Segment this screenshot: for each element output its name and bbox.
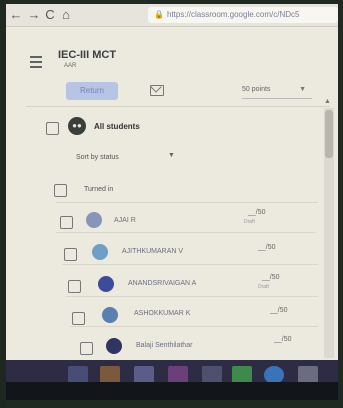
- return-button[interactable]: Return: [66, 82, 118, 100]
- avatar: [92, 244, 108, 260]
- laptop-screen: ← → C ⌂ 🔒 https://classroom.google.com/c/…: [6, 4, 338, 400]
- back-arrow-icon[interactable]: ←: [8, 7, 24, 23]
- student-name: AJITHKUMARAN V: [122, 248, 184, 255]
- student-grade[interactable]: __/50: [274, 336, 292, 343]
- student-name: AJAI R: [114, 217, 136, 224]
- url-text: https://classroom.google.com/c/NDc5: [166, 10, 300, 19]
- student-name: ASHOKKUMAR K: [134, 310, 191, 317]
- group-icon: ●●: [68, 117, 86, 135]
- turned-in-checkbox[interactable]: [54, 184, 67, 197]
- student-grade[interactable]: __/50: [248, 209, 266, 216]
- browser-toolbar: ← → C ⌂ 🔒 https://classroom.google.com/c/…: [6, 4, 338, 27]
- class-title: IEC-III MCT: [58, 49, 117, 61]
- forward-arrow-icon[interactable]: →: [26, 7, 42, 23]
- toolbar-divider: [26, 106, 330, 107]
- avatar: [86, 212, 102, 228]
- grade-status: Draft: [258, 284, 269, 290]
- row-divider: [56, 232, 316, 233]
- student-grade[interactable]: __/50: [258, 244, 276, 251]
- row-divider: [66, 296, 318, 297]
- class-subtitle: AAR: [64, 63, 77, 69]
- email-icon[interactable]: [150, 85, 164, 96]
- student-checkbox[interactable]: [64, 248, 77, 261]
- student-checkbox[interactable]: [60, 216, 73, 229]
- scrollbar[interactable]: [324, 108, 334, 358]
- reload-icon[interactable]: C: [42, 7, 58, 23]
- points-value: 50 points: [242, 86, 271, 93]
- student-name: ANANDSRIVAIGAN A: [128, 280, 197, 287]
- chevron-down-icon: ▼: [299, 86, 306, 93]
- student-checkbox[interactable]: [72, 312, 85, 325]
- avatar: [102, 307, 118, 323]
- chevron-down-icon: ▼: [168, 152, 175, 159]
- row-divider: [56, 202, 318, 203]
- screen-bezel: [6, 382, 338, 400]
- avatar: [98, 276, 114, 292]
- points-dropdown[interactable]: 50 points ▼: [242, 82, 312, 99]
- home-icon[interactable]: ⌂: [58, 7, 74, 23]
- student-grade[interactable]: __/50: [262, 274, 280, 281]
- row-divider: [70, 326, 318, 327]
- scrollbar-thumb[interactable]: [325, 110, 333, 158]
- hamburger-menu-icon[interactable]: [30, 56, 42, 71]
- lock-icon: 🔒: [154, 10, 164, 19]
- student-name: Balaji Senthilathar: [136, 342, 193, 349]
- avatar: [106, 338, 122, 354]
- sort-dropdown[interactable]: Sort by status: [76, 154, 119, 161]
- student-checkbox[interactable]: [68, 280, 81, 293]
- all-students-label: All students: [94, 122, 140, 131]
- address-bar[interactable]: 🔒 https://classroom.google.com/c/NDc5: [148, 7, 338, 23]
- scroll-up-icon[interactable]: ▲: [324, 98, 331, 105]
- row-divider: [62, 264, 318, 265]
- section-label: Turned in: [84, 186, 114, 193]
- all-students-checkbox[interactable]: [46, 122, 59, 135]
- grade-status: Draft: [244, 219, 255, 225]
- student-checkbox[interactable]: [80, 342, 93, 355]
- student-grade[interactable]: __/50: [270, 307, 288, 314]
